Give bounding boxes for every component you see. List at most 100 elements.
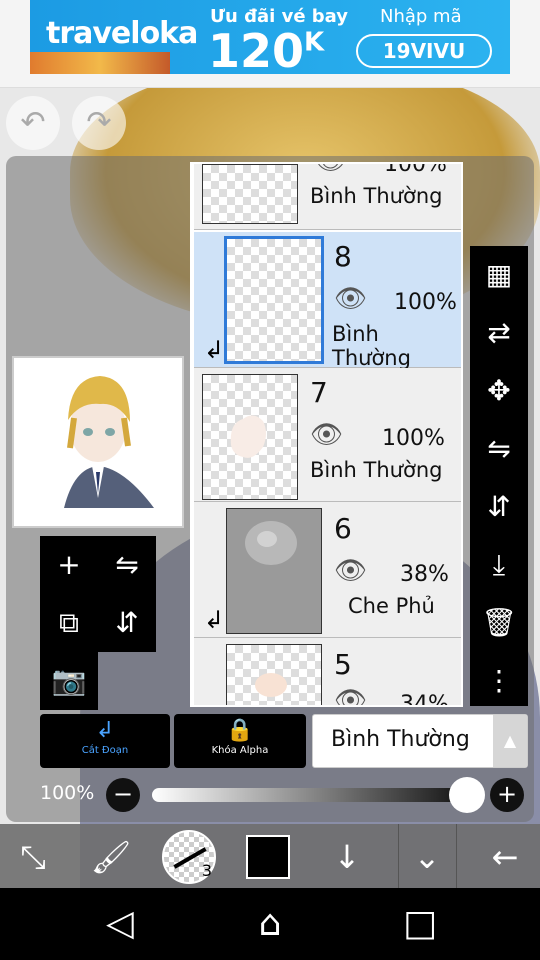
- layer-thumbnail: [226, 644, 322, 705]
- transform-eraser-icon: ⤡: [20, 838, 46, 876]
- opacity-value: 100%: [40, 782, 95, 804]
- flip-horizontal-button[interactable]: ⇋: [98, 536, 156, 594]
- layer-row[interactable]: 7 👁 100% Bình Thường: [194, 368, 461, 502]
- layer-blend-mode: Che Phủ: [348, 594, 435, 618]
- layer-row[interactable]: ↲ 6 👁 38% Che Phủ: [194, 502, 461, 638]
- camera-icon: 📷: [51, 664, 87, 697]
- eye-icon[interactable]: 👁: [334, 556, 367, 586]
- square-recents-icon: □: [402, 903, 437, 944]
- swap-layers-icon: ⇄: [487, 316, 511, 349]
- color-swatch[interactable]: [246, 835, 290, 879]
- select-layer-button[interactable]: ⇄: [470, 304, 528, 362]
- redo-button[interactable]: ↷: [72, 96, 126, 150]
- flip-vertical-button[interactable]: ⇵: [98, 594, 156, 652]
- toolbar-divider: [456, 824, 457, 888]
- chevron-double-down-icon: ⌄: [413, 838, 441, 876]
- layer-row[interactable]: 👁 100% Bình Thường: [194, 162, 461, 230]
- triangle-back-icon: ◁: [106, 903, 134, 944]
- layer-down-button[interactable]: ↓: [320, 830, 374, 884]
- brush-size-button[interactable]: 3: [162, 830, 216, 884]
- layers-panel[interactable]: 👁 100% Bình Thường ↲ 8 👁 100% Bình Thườn…: [190, 162, 463, 707]
- layer-number: 5: [334, 648, 352, 681]
- transform-tool-button[interactable]: ⤡: [6, 830, 60, 884]
- clipping-arrow-icon: ↲: [95, 718, 115, 743]
- opacity-decrease-button[interactable]: −: [106, 778, 140, 812]
- layer-opacity: 38%: [400, 562, 449, 587]
- layer-blend-mode: Bình Thường: [332, 322, 411, 370]
- alpha-lock-label: Khóa Alpha: [211, 745, 269, 756]
- opacity-slider-handle[interactable]: [449, 777, 485, 813]
- download-icon: ⤓: [492, 548, 506, 581]
- camera-import-button[interactable]: 📷: [40, 652, 98, 710]
- more-options-button[interactable]: ⋮: [470, 652, 528, 710]
- layer-row[interactable]: 5 👁 34%: [194, 638, 461, 705]
- blend-mode-select[interactable]: Bình Thường ▲: [312, 714, 528, 768]
- back-button[interactable]: ←: [478, 830, 532, 884]
- flip-v-button[interactable]: ⇵: [470, 478, 528, 536]
- flip-h-button[interactable]: ⇋: [470, 420, 528, 478]
- flip-horizontal-icon: ⇋: [487, 432, 511, 465]
- layer-blend-mode: Bình Thường: [310, 184, 443, 208]
- eye-icon[interactable]: 👁: [310, 420, 343, 450]
- layer-thumbnail: [224, 236, 324, 364]
- toolbar-divider: [398, 824, 399, 888]
- opacity-increase-button[interactable]: +: [490, 778, 524, 812]
- minus-icon: −: [112, 780, 134, 808]
- arrow-left-icon: ←: [491, 838, 519, 876]
- canvas-preview[interactable]: [12, 356, 184, 528]
- layer-row-selected[interactable]: ↲ 8 👁 100% Bình Thường: [194, 232, 461, 370]
- ad-code-label: Nhập mã: [380, 6, 462, 27]
- ad-image[interactable]: traveloka Ưu đãi vé bay 120K Nhập mã 19V…: [30, 0, 510, 74]
- clipping-button[interactable]: ↲ Cắt Đoạn: [40, 714, 170, 768]
- layer-content-image: [227, 509, 321, 633]
- layer-actions-toolbar: ▦ ⇄ ✥ ⇋ ⇵ ⤓ 🗑 ⋮: [470, 246, 528, 706]
- nav-back-button[interactable]: ◁: [98, 902, 142, 946]
- eye-icon[interactable]: 👁: [334, 686, 367, 705]
- merge-down-button[interactable]: ⤓: [470, 536, 528, 594]
- nav-home-button[interactable]: ⌂: [248, 902, 292, 946]
- blend-bar: ↲ Cắt Đoạn 🔒 Khóa Alpha Bình Thường ▲: [40, 714, 528, 768]
- brush-tool-button[interactable]: 🖌: [84, 830, 138, 884]
- layer-thumbnail: [202, 164, 298, 224]
- layer-opacity: 100%: [382, 426, 445, 451]
- layer-number: 6: [334, 512, 352, 545]
- transparency-button[interactable]: ▦: [470, 246, 528, 304]
- opacity-slider[interactable]: [152, 788, 468, 802]
- nav-recents-button[interactable]: □: [398, 902, 442, 946]
- brush-size-value: 3: [201, 861, 212, 880]
- expand-button[interactable]: ⌄: [400, 830, 454, 884]
- clipping-arrow-icon: ↲: [204, 606, 225, 634]
- add-layer-button[interactable]: +: [40, 536, 98, 594]
- ad-code[interactable]: 19VIVU: [356, 34, 492, 68]
- trash-icon: 🗑: [481, 606, 517, 639]
- lock-icon: 🔒: [226, 718, 254, 743]
- layer-opacity: 100%: [384, 162, 447, 177]
- layer-blend-mode: Bình Thường: [310, 458, 443, 482]
- eye-icon[interactable]: 👁: [334, 284, 367, 314]
- move-arrows-icon: ✥: [487, 374, 511, 407]
- layer-tools-grid: + ⇋ ⧉ ⇵ 📷: [40, 536, 156, 710]
- system-nav-bar: ◁ ⌂ □: [0, 888, 540, 960]
- ad-skyline-graphic: [30, 52, 170, 74]
- ad-brand: traveloka: [46, 16, 198, 51]
- chevron-up-icon[interactable]: ▲: [493, 715, 527, 767]
- more-vertical-icon: ⋮: [485, 664, 513, 697]
- eye-icon[interactable]: 👁: [314, 164, 347, 176]
- bottom-toolbar: ⤡ 🖌 3 ↓ ⌄ ←: [0, 824, 540, 888]
- flip-horizontal-icon: ⇋: [115, 548, 139, 581]
- undo-icon: ↶: [20, 105, 46, 140]
- opacity-row: 100% − +: [40, 776, 528, 814]
- undo-button[interactable]: ↶: [6, 96, 60, 150]
- brush-icon: 🖌: [90, 838, 132, 876]
- blend-mode-value: Bình Thường: [331, 727, 470, 752]
- arrow-down-icon: ↓: [333, 838, 361, 876]
- ad-banner[interactable]: traveloka Ưu đãi vé bay 120K Nhập mã 19V…: [0, 0, 540, 88]
- layer-content-image: [255, 673, 287, 697]
- move-button[interactable]: ✥: [470, 362, 528, 420]
- layer-content-image: [230, 415, 266, 458]
- clipping-arrow-icon: ↲: [204, 336, 225, 364]
- flip-vertical-icon: ⇵: [487, 490, 511, 523]
- alpha-lock-button[interactable]: 🔒 Khóa Alpha: [174, 714, 306, 768]
- duplicate-layer-button[interactable]: ⧉: [40, 594, 98, 652]
- delete-layer-button[interactable]: 🗑: [470, 594, 528, 652]
